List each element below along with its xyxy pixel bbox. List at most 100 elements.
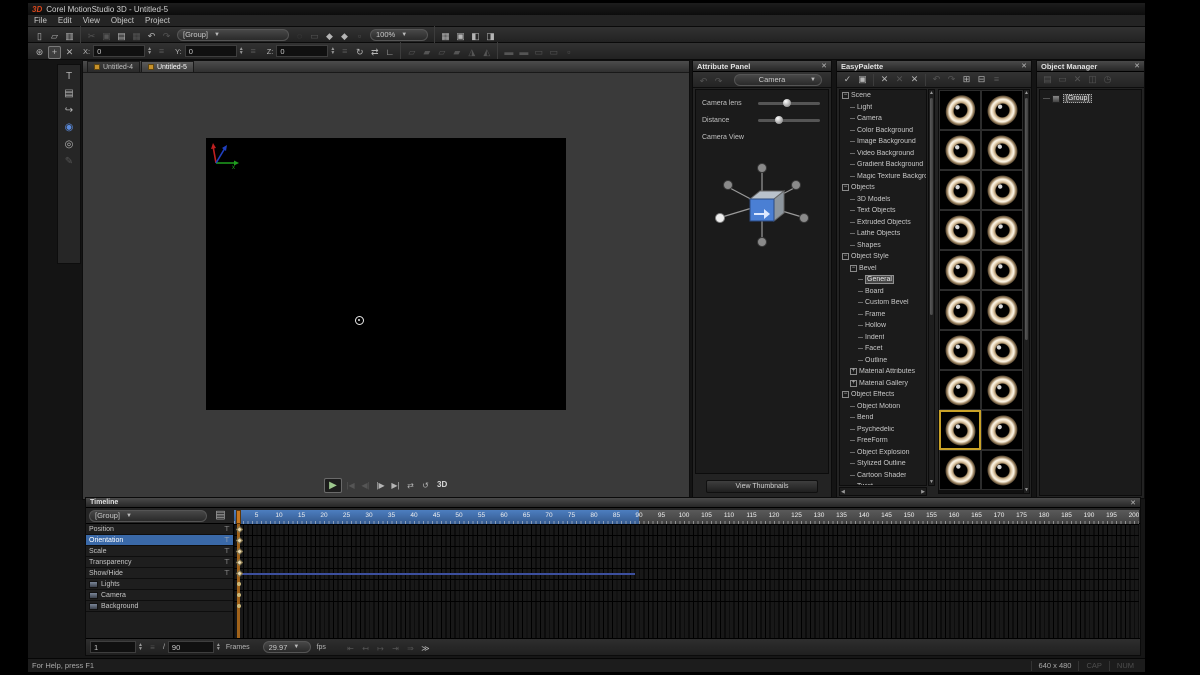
options-icon[interactable]: ≡ bbox=[990, 73, 1003, 86]
view-thumbnails-button[interactable]: View Thumbnails bbox=[706, 480, 818, 493]
style-thumbnail-4[interactable] bbox=[939, 170, 981, 210]
space-h-icon[interactable]: ▭ bbox=[532, 46, 545, 59]
style-thumbnail-17[interactable] bbox=[981, 410, 1023, 450]
tree-item-object-style[interactable]: −Object Style bbox=[840, 251, 926, 263]
delete-icon[interactable]: ✕ bbox=[1071, 73, 1084, 86]
tree-item-twist[interactable]: Twist bbox=[840, 481, 926, 486]
collapse-icon[interactable]: − bbox=[842, 92, 849, 99]
cut-icon[interactable]: ✂ bbox=[85, 30, 98, 43]
align-top-icon[interactable]: ▰ bbox=[450, 46, 463, 59]
tree-item-object-effects[interactable]: −Object Effects bbox=[840, 389, 926, 401]
paint-scene-icon[interactable]: ◆ bbox=[338, 30, 351, 43]
paint-object-icon[interactable]: ◆ bbox=[323, 30, 336, 43]
mode-3d-button[interactable]: 3D bbox=[437, 480, 447, 489]
tree-item-material-attributes[interactable]: +Material Attributes bbox=[840, 366, 926, 378]
scene-canvas[interactable]: x bbox=[206, 138, 566, 410]
close-icon[interactable]: ✕ bbox=[1130, 499, 1136, 507]
pingpong-button[interactable]: ⇄ bbox=[404, 479, 417, 492]
timeline-object-dropdown[interactable]: [Group]▼ bbox=[89, 510, 207, 522]
z-input[interactable]: 0 bbox=[276, 45, 328, 57]
style-thumbnail-1[interactable] bbox=[981, 90, 1023, 130]
next-attribute-icon[interactable]: ↷ bbox=[712, 75, 725, 88]
style-thumbnail-16[interactable] bbox=[939, 410, 981, 450]
add-keyframe-icon[interactable]: ≫ bbox=[419, 642, 432, 655]
style-thumbnail-9[interactable] bbox=[981, 250, 1023, 290]
track-show-hide[interactable]: Show/Hide⊤ bbox=[86, 568, 233, 579]
tree-item-camera[interactable]: Camera bbox=[840, 113, 926, 125]
y-keyframe-icon[interactable]: ≡ bbox=[247, 45, 260, 58]
pin-icon[interactable]: ⊤ bbox=[224, 525, 230, 533]
y-spinner[interactable]: ▲▼ bbox=[239, 47, 244, 55]
close-icon[interactable]: ✕ bbox=[1021, 62, 1027, 70]
menu-view[interactable]: View bbox=[83, 16, 100, 25]
x-keyframe-icon[interactable]: ≡ bbox=[155, 45, 168, 58]
tree-item-hollow[interactable]: Hollow bbox=[840, 320, 926, 332]
tree-item-material-gallery[interactable]: +Material Gallery bbox=[840, 378, 926, 390]
tree-item-scene[interactable]: −Scene bbox=[840, 90, 926, 102]
style-thumbnail-12[interactable] bbox=[939, 330, 981, 370]
pin-icon[interactable]: ⊤ bbox=[224, 569, 230, 577]
move-tool-icon[interactable]: + bbox=[48, 46, 61, 59]
tree-item-object-motion[interactable]: Object Motion bbox=[840, 401, 926, 413]
pin-icon[interactable]: ⊤ bbox=[224, 558, 230, 566]
import-icon[interactable]: ⊞ bbox=[960, 73, 973, 86]
tree-item-extruded-objects[interactable]: Extruded Objects bbox=[840, 217, 926, 229]
undo-icon[interactable]: ↶ bbox=[930, 73, 943, 86]
camera-lens-slider[interactable] bbox=[758, 102, 820, 105]
align-left-icon[interactable]: ▱ bbox=[405, 46, 418, 59]
apply-icon[interactable]: ✓ bbox=[841, 73, 854, 86]
style-thumbnail-11[interactable] bbox=[981, 290, 1023, 330]
y-input[interactable]: 0 bbox=[185, 45, 237, 57]
rotate-object-icon[interactable]: ◮ bbox=[465, 46, 478, 59]
slider-thumb[interactable] bbox=[783, 99, 791, 107]
keyframe-marker[interactable] bbox=[237, 582, 241, 586]
tree-item-facet[interactable]: Facet bbox=[840, 343, 926, 355]
text-tool-icon[interactable]: T bbox=[63, 70, 76, 83]
tree-item-light[interactable]: Light bbox=[840, 102, 926, 114]
style-thumbnail-3[interactable] bbox=[981, 130, 1023, 170]
collapse-icon[interactable]: − bbox=[850, 265, 857, 272]
menu-object[interactable]: Object bbox=[111, 16, 134, 25]
style-thumbnail-13[interactable] bbox=[981, 330, 1023, 370]
distribute-h-icon[interactable]: ▬ bbox=[502, 46, 515, 59]
tree-item-indent[interactable]: Indent bbox=[840, 332, 926, 344]
timeline-ruler[interactable]: 5101520253035404550556065707580859095100… bbox=[234, 510, 1139, 524]
tab-untitled-5[interactable]: Untitled-5 bbox=[141, 61, 194, 72]
x-spinner[interactable]: ▲▼ bbox=[147, 47, 152, 55]
prev-key-icon[interactable]: ↤ bbox=[359, 642, 372, 655]
toggle-attributes-icon[interactable]: ▤ bbox=[214, 509, 227, 522]
rotate-axis-icon[interactable]: ⇄ bbox=[368, 46, 381, 59]
object-tree-item-group[interactable]: — [Group] bbox=[1043, 94, 1092, 103]
align-right-icon[interactable]: ▱ bbox=[435, 46, 448, 59]
delete-faded-icon[interactable]: ✕ bbox=[893, 73, 906, 86]
tree-item-stylized-outline[interactable]: Stylized Outline bbox=[840, 458, 926, 470]
collapse-icon[interactable]: − bbox=[842, 391, 849, 398]
menu-project[interactable]: Project bbox=[145, 16, 170, 25]
pin-icon[interactable]: ⊤ bbox=[224, 547, 230, 555]
track-position[interactable]: Position⊤ bbox=[86, 524, 233, 535]
layout-export-icon[interactable]: ◨ bbox=[484, 30, 497, 43]
camera-view-cube[interactable] bbox=[702, 155, 822, 251]
copy-icon[interactable]: ▣ bbox=[100, 30, 113, 43]
camera-orbit-tool-icon[interactable]: ◎ bbox=[63, 138, 76, 151]
expand-icon[interactable]: + bbox=[850, 380, 857, 387]
keyframe-marker[interactable] bbox=[237, 604, 241, 608]
tree-item-lathe-objects[interactable]: Lathe Objects bbox=[840, 228, 926, 240]
snapshot-icon[interactable]: ▫ bbox=[353, 30, 366, 43]
style-thumbnail-6[interactable] bbox=[939, 210, 981, 250]
tree-item-freeform[interactable]: FreeForm bbox=[840, 435, 926, 447]
style-thumbnail-15[interactable] bbox=[981, 370, 1023, 410]
style-thumbnail-14[interactable] bbox=[939, 370, 981, 410]
prev-attribute-icon[interactable]: ↶ bbox=[697, 75, 710, 88]
tree-item-objects[interactable]: −Objects bbox=[840, 182, 926, 194]
distance-slider[interactable] bbox=[758, 119, 820, 122]
new-document-icon[interactable]: ▯ bbox=[33, 30, 46, 43]
history-icon[interactable]: ◷ bbox=[1101, 73, 1114, 86]
style-thumbnail-19[interactable] bbox=[981, 450, 1023, 490]
style-thumbnail-10[interactable] bbox=[939, 290, 981, 330]
new-group-icon[interactable]: ▤ bbox=[1041, 73, 1054, 86]
frame-spinner[interactable]: ▲▼ bbox=[138, 643, 143, 651]
expand-icon[interactable]: + bbox=[850, 368, 857, 375]
redo-icon[interactable]: ↷ bbox=[945, 73, 958, 86]
next-frame-button[interactable]: |▶ bbox=[374, 479, 387, 492]
